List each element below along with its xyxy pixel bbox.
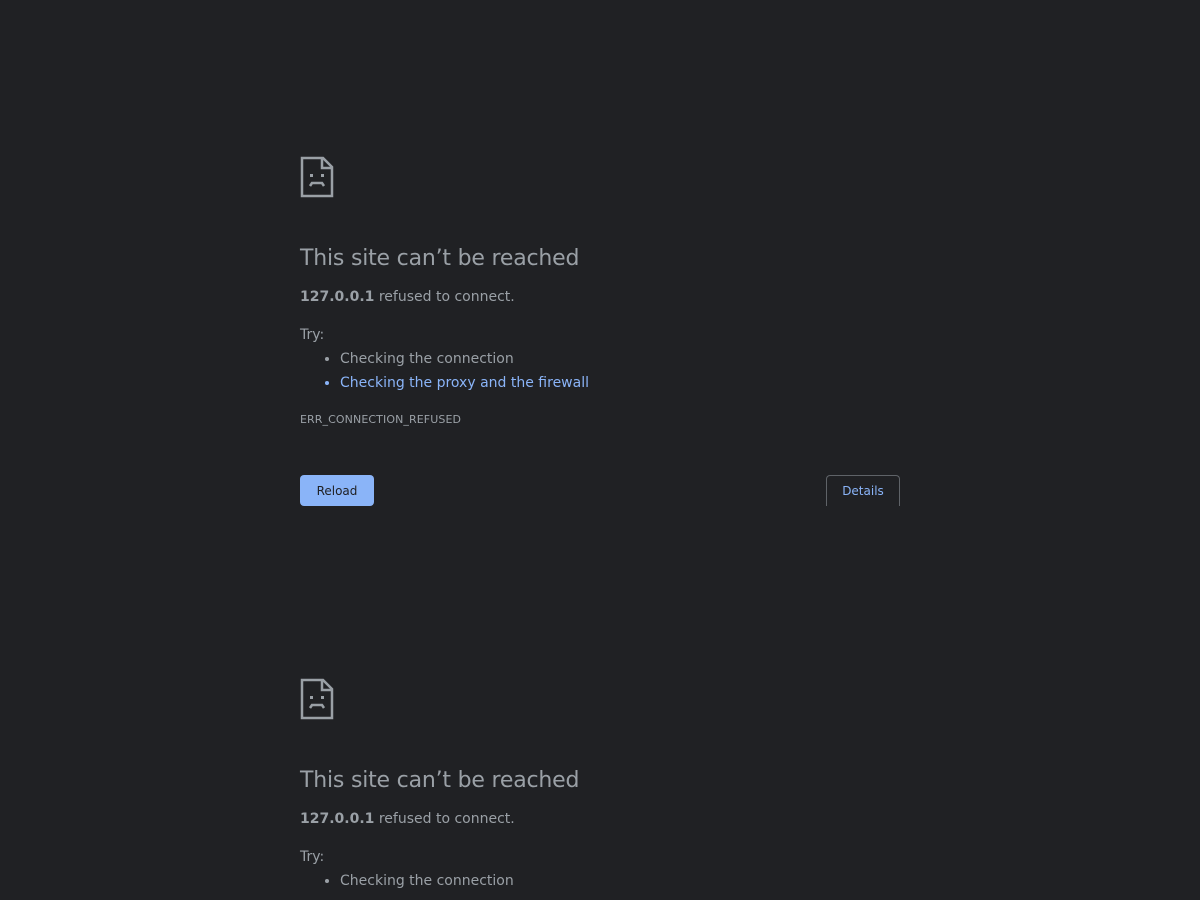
suggestions-list: Checking the connection — [300, 871, 900, 891]
error-block: This site can’t be reached 127.0.0.1 ref… — [300, 156, 900, 506]
sad-file-icon — [300, 678, 334, 720]
error-title: This site can’t be reached — [300, 246, 580, 271]
error-message-text: refused to connect. — [374, 811, 515, 827]
error-message-text: refused to connect. — [374, 289, 515, 305]
details-button[interactable]: Details — [826, 475, 900, 506]
error-block: This site can’t be reached 127.0.0.1 ref… — [300, 678, 900, 895]
error-host: 127.0.0.1 — [300, 811, 375, 827]
suggestion-check-connection: Checking the connection — [340, 871, 900, 891]
error-message: 127.0.0.1 refused to connect. — [300, 809, 900, 829]
suggestion-check-connection: Checking the connection — [340, 349, 900, 369]
browser-error-page: This site can’t be reached 127.0.0.1 ref… — [0, 0, 1200, 900]
error-host: 127.0.0.1 — [300, 289, 375, 305]
sad-file-icon — [300, 156, 334, 198]
suggestion-check-proxy-firewall-link[interactable]: Checking the proxy and the firewall — [340, 373, 900, 393]
error-title: This site can’t be reached — [300, 768, 580, 793]
try-label: Try: — [300, 327, 325, 343]
error-message: 127.0.0.1 refused to connect. — [300, 287, 900, 307]
reload-button[interactable]: Reload — [300, 475, 374, 506]
try-label: Try: — [300, 849, 325, 865]
suggestions-list: Checking the connection Checking the pro… — [300, 349, 900, 393]
button-row: Reload Details — [300, 475, 900, 506]
error-code: ERR_CONNECTION_REFUSED — [300, 413, 462, 426]
